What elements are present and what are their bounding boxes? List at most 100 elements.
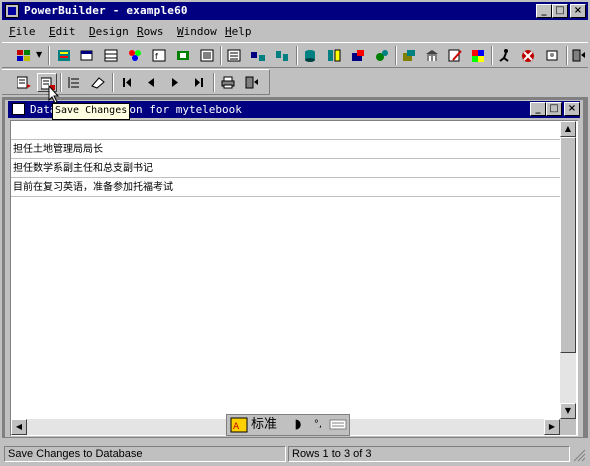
powerbuilder-app-icon[interactable] (5, 4, 19, 18)
close-painter-button[interactable] (242, 73, 262, 92)
database-profile-icon (328, 49, 341, 62)
vertical-scroll-thumb[interactable] (560, 137, 576, 353)
user-object-button[interactable] (173, 46, 193, 65)
insert-row-button[interactable] (14, 73, 34, 92)
function-button[interactable]: f (149, 46, 169, 65)
svg-text:A: A (233, 422, 240, 432)
project-button[interactable] (372, 46, 392, 65)
window-button[interactable] (77, 46, 97, 65)
database-button[interactable] (300, 46, 320, 65)
eraser-icon (91, 77, 105, 89)
last-icon (195, 78, 203, 87)
browser-button[interactable] (399, 46, 419, 65)
tooltip: Save Changes (52, 103, 131, 120)
last-row-button[interactable] (189, 73, 209, 92)
datawindow-grid: 担任土地管理局局长 担任数学系副主任和总支副书记 目前在复习英语，准备参加托福考… (10, 120, 578, 436)
menu-rows[interactable]: Rows (137, 25, 164, 38)
status-rows: Rows 1 to 3 of 3 (288, 446, 570, 462)
menu-help[interactable]: Help (225, 25, 252, 38)
menu-window[interactable]: Window (177, 25, 217, 38)
menu-design[interactable]: Design (89, 25, 129, 38)
first-icon (123, 78, 131, 87)
table-row[interactable]: 担任数学系副主任和总支副书记 (11, 159, 561, 178)
eraser-button[interactable] (88, 73, 108, 92)
library-painter-icon (426, 50, 438, 61)
painter-toolbar (2, 69, 270, 95)
run-button[interactable] (495, 46, 515, 65)
next-row-button[interactable] (165, 73, 185, 92)
mouse-cursor-icon (48, 85, 60, 104)
database-profile-button[interactable] (324, 46, 344, 65)
scroll-left-button[interactable]: ◀ (11, 419, 27, 435)
editor-icon (448, 49, 462, 62)
window-icon (80, 50, 93, 61)
table-row[interactable] (11, 121, 561, 140)
vertical-scrollbar[interactable]: ▲ ▼ (560, 121, 576, 419)
exit-button[interactable] (569, 46, 589, 65)
datawindow-icon (227, 49, 241, 62)
menu-file[interactable]: File (9, 25, 36, 38)
prior-icon (148, 78, 154, 87)
child-minimize-button[interactable]: _ (530, 102, 546, 116)
library-painter-button[interactable] (422, 46, 442, 65)
run-icon (499, 49, 509, 62)
debug-button[interactable] (518, 46, 538, 65)
browser-icon (403, 50, 415, 61)
table-row[interactable]: 担任土地管理局局长 (11, 140, 561, 159)
ime-toolbar[interactable]: A 标准 ◗ °, (226, 414, 350, 436)
scroll-right-button[interactable]: ▶ (544, 419, 560, 435)
query-button[interactable] (248, 46, 268, 65)
app-titlebar[interactable]: PowerBuilder - example60 _ □ × (2, 2, 588, 20)
scroll-down-button[interactable]: ▼ (560, 403, 576, 419)
print-button[interactable] (218, 73, 238, 92)
child-maximize-button[interactable]: □ (546, 102, 562, 116)
maximize-button[interactable]: □ (552, 4, 568, 18)
datawindow-sheet-icon[interactable] (12, 103, 25, 115)
punctuation-icon[interactable]: °, (309, 417, 327, 433)
database-icon (305, 50, 315, 62)
svg-text:f: f (155, 52, 158, 61)
ime-logo-icon[interactable]: A (230, 417, 248, 433)
pipeline-button[interactable] (272, 46, 292, 65)
application-icon (200, 49, 214, 62)
library-icon (58, 50, 70, 61)
painter-bar: ▼ f (2, 42, 588, 68)
color-button[interactable] (468, 46, 488, 65)
debug-icon (522, 50, 534, 62)
prior-row-button[interactable] (141, 73, 161, 92)
size-grip-icon[interactable] (572, 448, 586, 462)
user-object-icon (177, 51, 189, 60)
new-icon (17, 50, 30, 61)
ime-mode-label[interactable]: 标准 (251, 417, 277, 433)
project-icon (376, 50, 388, 61)
scroll-up-button[interactable]: ▲ (560, 121, 576, 137)
close-icon (245, 76, 258, 89)
tool-icon (546, 50, 558, 61)
minimize-button[interactable]: _ (536, 4, 552, 18)
status-message: Save Changes to Database (4, 446, 286, 462)
menu-edit[interactable]: Edit (49, 25, 76, 38)
scroll-corner (560, 419, 576, 435)
half-width-icon[interactable]: ◗ (289, 417, 307, 433)
editor-button[interactable] (445, 46, 465, 65)
tool-button[interactable] (542, 46, 562, 65)
menu-painter-button[interactable] (125, 46, 145, 65)
pipeline-icon (276, 51, 288, 61)
print-icon (221, 76, 235, 89)
database-admin-icon (352, 50, 364, 61)
color-icon (472, 50, 484, 62)
soft-keyboard-icon[interactable] (329, 417, 347, 433)
new-button[interactable]: ▼ (14, 46, 44, 65)
structure-button[interactable] (101, 46, 121, 65)
dropdown-arrow-icon[interactable]: ▼ (36, 50, 42, 59)
close-button[interactable]: × (570, 4, 586, 18)
database-admin-button[interactable] (348, 46, 368, 65)
application-button[interactable] (197, 46, 217, 65)
table-row[interactable]: 目前在复习英语，准备参加托福考试 (11, 178, 561, 197)
datawindow-button[interactable] (224, 46, 244, 65)
first-row-button[interactable] (117, 73, 137, 92)
row-button[interactable] (64, 73, 84, 92)
row-icon (68, 77, 79, 88)
child-close-button[interactable]: × (564, 102, 580, 116)
library-button[interactable] (54, 46, 74, 65)
